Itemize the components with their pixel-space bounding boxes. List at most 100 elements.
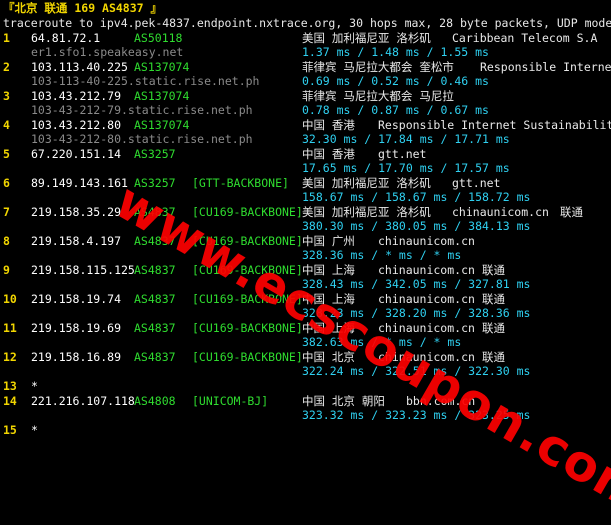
hop-network-tag: [CU169-BACKBONE]: [192, 350, 303, 364]
hop-asn: AS137074: [134, 89, 190, 103]
hop-isp: chinaunicom.cn: [378, 234, 475, 248]
hop-asn: AS4837: [134, 350, 176, 364]
hop-ip: 219.158.19.74: [31, 292, 122, 306]
hop-ip: 221.216.107.118: [31, 394, 135, 408]
hop-network-tag: [GTT-BACKBONE]: [192, 176, 289, 190]
hop-network-tag: [CU169-BACKBONE]: [192, 234, 303, 248]
hop-geo: 美国 加利福尼亚 洛杉矶: [302, 31, 431, 45]
hop-asn: AS50118: [134, 31, 183, 45]
hop-ip: 67.220.151.14: [31, 147, 122, 161]
hop-number: 3: [3, 89, 10, 103]
hop-hostname: er1.sfo1.speakeasy.net: [31, 45, 184, 59]
hop-asn: AS137074: [134, 60, 190, 74]
hop-geo: 中国 上海: [302, 263, 355, 277]
hop-geo: 中国 香港: [302, 147, 355, 161]
terminal-window[interactable]: 『北京 联通 169 AS4837 』 traceroute to ipv4.p…: [0, 0, 611, 441]
hop-geo: 中国 北京 朝阳: [302, 394, 385, 408]
hop-number: 10: [3, 292, 17, 306]
hop-geo: 中国 广州: [302, 234, 355, 248]
hop-number: 11: [3, 321, 17, 335]
hop-latency: 17.65 ms / 17.70 ms / 17.57 ms: [302, 161, 510, 175]
hop-asn: AS4837: [134, 321, 176, 335]
hop-latency: 323.32 ms / 323.23 ms / 323.25 ms: [302, 408, 531, 422]
hop-network-tag: [CU169-BACKBONE]: [192, 321, 303, 335]
hop-asn: AS4837: [134, 292, 176, 306]
hop-network-tag: [CU169-BACKBONE]: [192, 292, 303, 306]
hop-ip: 219.158.115.125: [31, 263, 135, 277]
hop-geo: 中国 上海: [302, 292, 355, 306]
hop-isp: Responsible Internet: [480, 60, 611, 74]
hop-network-tag: [CU169-BACKBONE]: [192, 263, 303, 277]
hop-asn: AS4837: [134, 234, 176, 248]
hop-number: 14: [3, 394, 17, 408]
hop-asn: AS137074: [134, 118, 190, 132]
hop-geo: 中国 上海: [302, 321, 355, 335]
hop-geo: 中国 北京: [302, 350, 355, 364]
hop-ip: 219.158.16.89: [31, 350, 122, 364]
hop-ip: 103.43.212.79: [31, 89, 122, 103]
hop-geo: 中国 香港: [302, 118, 355, 132]
hop-hostname: 103-113-40-225.static.rise.net.ph: [31, 74, 260, 88]
hop-isp: chinaunicom.cn: [378, 263, 475, 277]
hop-number: 5: [3, 147, 10, 161]
trace-title: 『北京 联通 169 AS4837 』: [3, 1, 163, 15]
hop-carrier: 联通: [482, 350, 505, 364]
hop-geo: 美国 加利福尼亚 洛杉矶: [302, 176, 431, 190]
hop-latency: 0.69 ms / 0.52 ms / 0.46 ms: [302, 74, 489, 88]
hop-asn: AS3257: [134, 176, 176, 190]
hop-ip: *: [31, 379, 38, 393]
hop-latency: 380.30 ms / 380.05 ms / 384.13 ms: [302, 219, 531, 233]
hop-isp: chinaunicom.cn: [378, 350, 475, 364]
hop-number: 12: [3, 350, 17, 364]
hop-hostname: 103-43-212-80.static.rise.net.ph: [31, 132, 253, 146]
hop-isp: gtt.net: [378, 147, 427, 161]
hop-ip: *: [31, 423, 38, 437]
hop-ip: 89.149.143.161: [31, 176, 128, 190]
hop-ip: 219.158.19.69: [31, 321, 122, 335]
hop-isp: gtt.net: [452, 176, 501, 190]
hop-number: 15: [3, 423, 17, 437]
hop-latency: 328.23 ms / 328.20 ms / 328.36 ms: [302, 306, 531, 320]
hop-ip: 219.158.4.197: [31, 234, 122, 248]
hop-latency: 0.78 ms / 0.87 ms / 0.67 ms: [302, 103, 489, 117]
hop-number: 4: [3, 118, 10, 132]
hop-ip: 64.81.72.1: [31, 31, 101, 45]
hop-network-tag: [CU169-BACKBONE]: [192, 205, 303, 219]
hop-geo: 美国 加利福尼亚 洛杉矶: [302, 205, 431, 219]
hop-carrier: 联通: [482, 292, 505, 306]
hop-geo: 菲律宾 马尼拉大都会 奎松市: [302, 60, 454, 74]
hop-number: 8: [3, 234, 10, 248]
hop-number: 13: [3, 379, 17, 393]
hop-geo: 菲律宾 马尼拉大都会 马尼拉: [302, 89, 454, 103]
hop-latency: 382.63 ms / * ms / * ms: [302, 335, 462, 349]
hop-latency: 32.30 ms / 17.84 ms / 17.71 ms: [302, 132, 510, 146]
hop-isp: Responsible Internet Sustainability: [378, 118, 611, 132]
hop-network-tag: [UNICOM-BJ]: [192, 394, 269, 408]
hop-latency: 328.43 ms / 342.05 ms / 327.81 ms: [302, 277, 531, 291]
hop-number: 2: [3, 60, 10, 74]
hop-asn: AS4837: [134, 205, 176, 219]
hop-asn: AS4837: [134, 263, 176, 277]
hop-asn: AS3257: [134, 147, 176, 161]
hop-number: 9: [3, 263, 10, 277]
hop-isp: Caribbean Telecom S.A: [452, 31, 598, 45]
hop-isp: chinaunicom.cn: [378, 321, 475, 335]
traceroute-command: traceroute to ipv4.pek-4837.endpoint.nxt…: [3, 16, 611, 30]
hop-ip: 103.113.40.225: [31, 60, 128, 74]
hop-asn: AS4808: [134, 394, 176, 408]
hop-ip: 219.158.35.29: [31, 205, 122, 219]
hop-latency: 158.67 ms / 158.67 ms / 158.72 ms: [302, 190, 531, 204]
hop-isp: chinaunicom.cn: [378, 292, 475, 306]
hop-number: 6: [3, 176, 10, 190]
hop-hostname: 103-43-212-79.static.rise.net.ph: [31, 103, 253, 117]
hop-number: 7: [3, 205, 10, 219]
hop-carrier: 联通: [560, 205, 583, 219]
hop-latency: 328.36 ms / * ms / * ms: [302, 248, 462, 262]
hop-isp: bbn.com.cn: [406, 394, 476, 408]
hop-ip: 103.43.212.80: [31, 118, 122, 132]
hop-carrier: 联通: [482, 263, 505, 277]
hop-latency: 1.37 ms / 1.48 ms / 1.55 ms: [302, 45, 489, 59]
hop-number: 1: [3, 31, 10, 45]
hop-isp: chinaunicom.cn: [452, 205, 549, 219]
hop-latency: 322.24 ms / 322.51 ms / 322.30 ms: [302, 364, 531, 378]
